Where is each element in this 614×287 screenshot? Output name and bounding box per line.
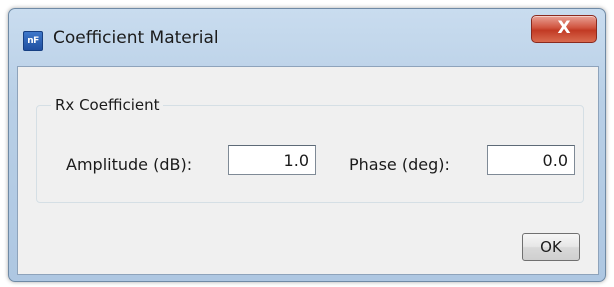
window-title: Coefficient Material xyxy=(53,28,219,48)
app-logo-icon: nF xyxy=(23,31,43,51)
phase-label: Phase (deg): xyxy=(349,155,450,174)
dialog-body: Rx Coefficient Amplitude (dB): Phase (de… xyxy=(17,66,599,275)
ok-button[interactable]: OK xyxy=(522,233,580,261)
amplitude-input[interactable] xyxy=(228,145,316,175)
close-button[interactable]: X xyxy=(531,15,597,43)
close-icon: X xyxy=(557,18,571,38)
group-label: Rx Coefficient xyxy=(51,96,164,114)
phase-input[interactable] xyxy=(487,145,575,175)
dialog-window: nF Coefficient Material X Rx Coefficient… xyxy=(8,8,606,282)
amplitude-label: Amplitude (dB): xyxy=(66,155,193,174)
title-bar[interactable]: nF Coefficient Material X xyxy=(9,9,605,65)
